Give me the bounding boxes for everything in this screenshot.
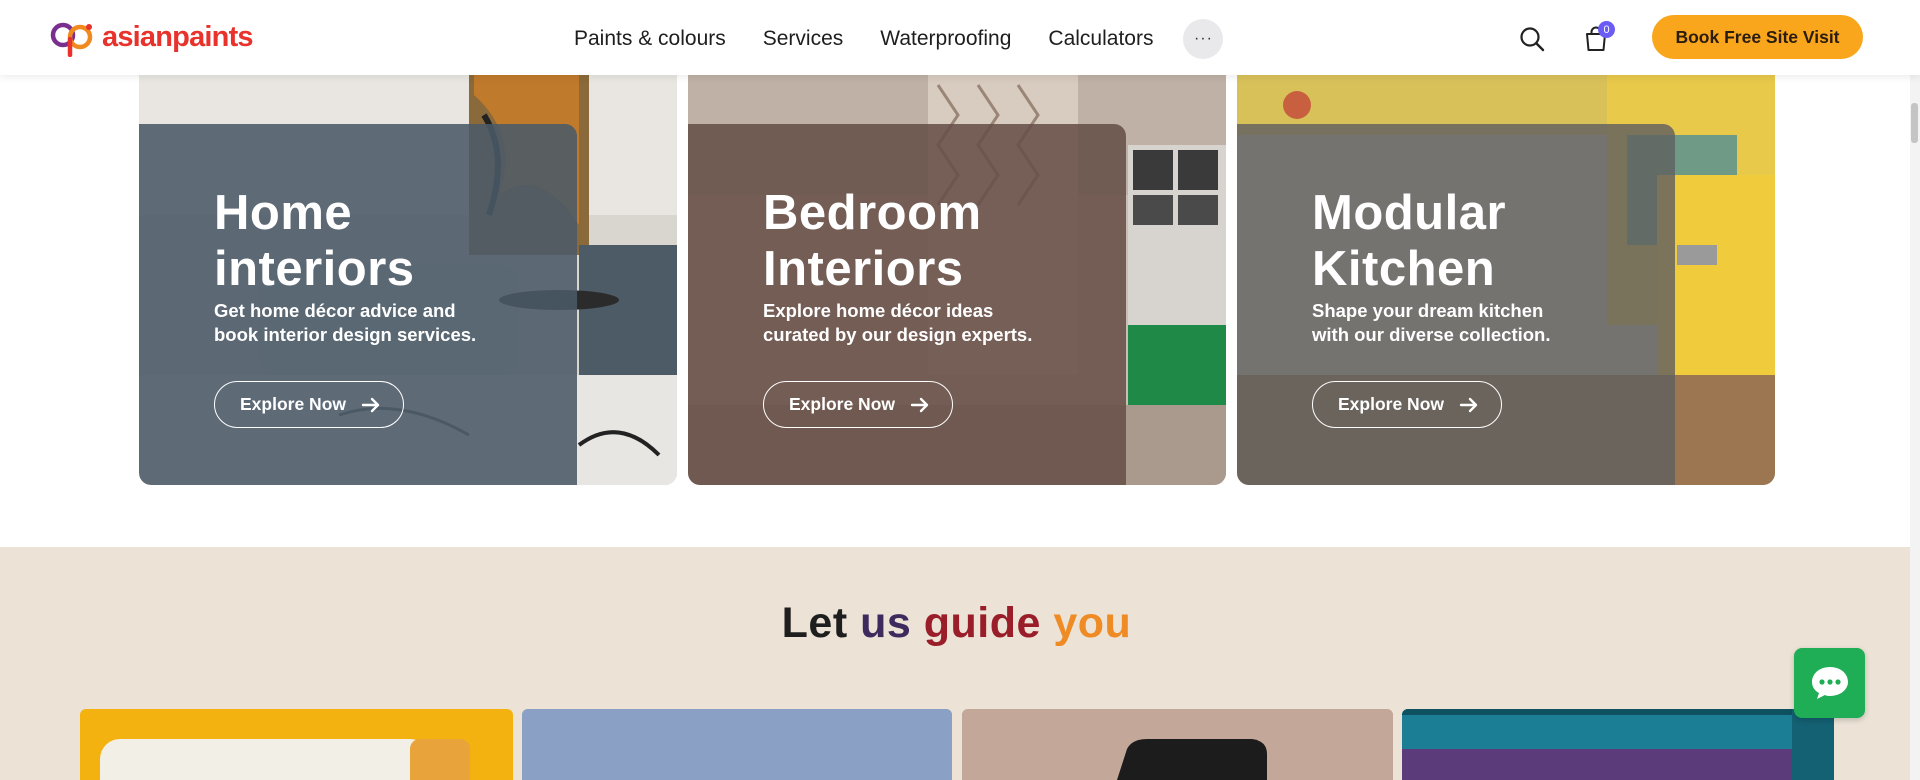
explore-now-button[interactable]: Explore Now: [1312, 381, 1502, 428]
card-home-interiors[interactable]: Home interiors Get home décor advice and…: [139, 75, 677, 485]
guide-title-word: you: [1053, 599, 1132, 647]
chat-bubble-icon: [1811, 667, 1848, 699]
guide-section: Let us guide you: [0, 547, 1920, 780]
page-scrollbar[interactable]: [1910, 75, 1920, 780]
scrollbar-thumb[interactable]: [1911, 103, 1918, 143]
nav-item-calculators[interactable]: Calculators: [1048, 20, 1153, 58]
explore-now-label: Explore Now: [789, 394, 895, 414]
card-description-line: book interior design services.: [214, 324, 477, 345]
main-nav: Paints & colours Services Waterproofing …: [574, 19, 1224, 59]
card-title: Modular Kitchen: [1312, 185, 1506, 297]
card-title-line: Home: [214, 186, 353, 240]
card-description: Get home décor advice and book interior …: [214, 299, 476, 347]
arrow-right-icon: [1459, 397, 1478, 413]
card-description-line: curated by our design experts.: [763, 324, 1033, 345]
nav-item-waterproofing[interactable]: Waterproofing: [880, 20, 1011, 58]
phone-image: [962, 709, 1393, 780]
nav-more-button[interactable]: ···: [1183, 19, 1224, 59]
card-modular-kitchen[interactable]: Modular Kitchen Shape your dream kitchen…: [1237, 75, 1775, 485]
colourful-wall-image: [1402, 709, 1834, 780]
card-description: Explore home décor ideas curated by our …: [763, 299, 1032, 347]
asianpaints-logo[interactable]: asianpaints: [48, 14, 254, 60]
chat-button[interactable]: [1794, 648, 1865, 718]
guide-card[interactable]: [80, 709, 513, 780]
card-title-line: interiors: [214, 242, 415, 296]
paint-roller-image: [100, 739, 470, 780]
card-description-line: Get home décor advice and: [214, 300, 456, 321]
explore-now-label: Explore Now: [1338, 394, 1444, 414]
guide-card[interactable]: [522, 709, 952, 780]
card-description: Shape your dream kitchen with our divers…: [1312, 299, 1551, 347]
sky-image: [522, 709, 952, 780]
guide-card[interactable]: [962, 709, 1393, 780]
guide-title-word: Let: [781, 599, 848, 647]
site-header: asianpaints Paints & colours Services Wa…: [0, 0, 1920, 75]
book-site-visit-button[interactable]: Book Free Site Visit: [1652, 15, 1863, 59]
guide-card[interactable]: [1402, 709, 1834, 780]
card-title: Home interiors: [214, 185, 415, 297]
logo-mark-icon: [50, 22, 93, 57]
card-title-line: Kitchen: [1312, 242, 1496, 296]
guide-title: Let us guide you: [0, 599, 1913, 648]
explore-now-label: Explore Now: [240, 394, 346, 414]
card-title-line: Interiors: [763, 242, 964, 296]
cart-count-badge: 0: [1598, 21, 1615, 38]
nav-item-services[interactable]: Services: [763, 20, 844, 58]
nav-item-paints-colours[interactable]: Paints & colours: [574, 20, 726, 58]
explore-now-button[interactable]: Explore Now: [763, 381, 953, 428]
card-description-line: Shape your dream kitchen: [1312, 300, 1544, 321]
search-icon[interactable]: [1518, 25, 1546, 53]
card-title-line: Bedroom: [763, 186, 982, 240]
explore-now-button[interactable]: Explore Now: [214, 381, 404, 428]
arrow-right-icon: [910, 397, 929, 413]
interiors-cards: Home interiors Get home décor advice and…: [139, 75, 1775, 485]
arrow-right-icon: [361, 397, 380, 413]
card-title: Bedroom Interiors: [763, 185, 982, 297]
card-title-line: Modular: [1312, 186, 1507, 240]
brand-name: asianpaints: [102, 20, 254, 53]
guide-title-word: guide: [923, 599, 1041, 647]
card-description-line: Explore home décor ideas: [763, 300, 994, 321]
guide-title-word: us: [860, 599, 912, 647]
card-bedroom-interiors[interactable]: Bedroom Interiors Explore home décor ide…: [688, 75, 1226, 485]
card-description-line: with our diverse collection.: [1312, 324, 1551, 345]
